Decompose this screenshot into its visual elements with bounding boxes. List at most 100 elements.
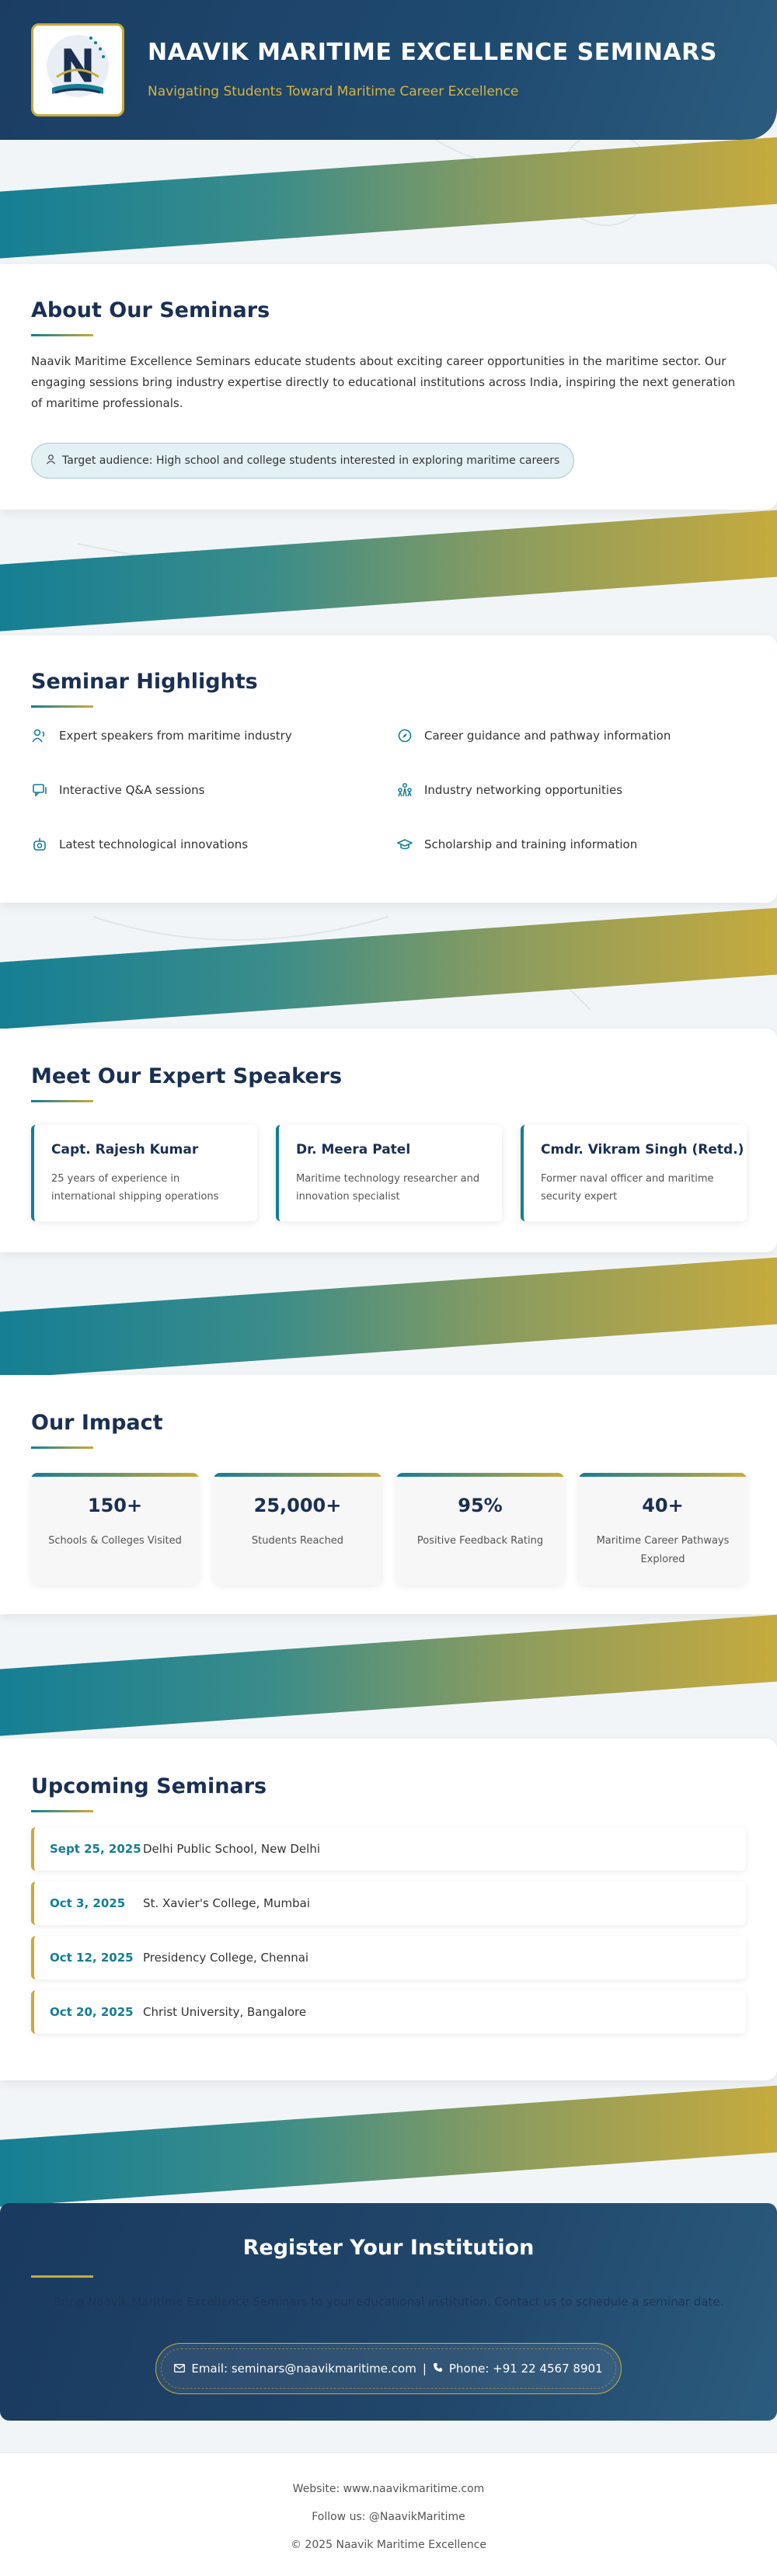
audience-text: Target audience: High school and college… [62, 454, 560, 467]
highlight-label: Interactive Q&A sessions [59, 783, 205, 797]
event-place: St. Xavier's College, Mumbai [143, 1896, 310, 1910]
seminar-event[interactable]: Oct 12, 2025 Presidency College, Chennai [31, 1936, 746, 1979]
decorative-band [0, 907, 777, 1030]
stat-label: Maritime Career Pathways Explored [596, 1535, 730, 1565]
stat-value: 40+ [642, 1495, 684, 1516]
speaker-description: Maritime technology researcher and innov… [296, 1173, 480, 1203]
phone-link[interactable]: Phone: +91 22 4567 8901 [449, 2362, 603, 2376]
event-date: Oct 12, 2025 [50, 1951, 134, 1965]
seminar-event[interactable]: Oct 20, 2025 Christ University, Bangalor… [31, 1990, 746, 2034]
compass-icon [396, 727, 413, 744]
decorative-band [0, 509, 777, 632]
section-title: Meet Our Expert Speakers [31, 1064, 343, 1088]
event-date: Oct 20, 2025 [50, 2005, 134, 2019]
stat-accent-bar [31, 1473, 199, 1477]
impact-section: Our Impact 150+ Schools & Colleges Visit… [0, 1375, 777, 1614]
email-link[interactable]: Email: seminars@naavikmaritime.com [191, 2362, 416, 2376]
site-header: NAAVIK MARITIME EXCELLENCE SEMINARS Navi… [0, 0, 777, 140]
stat-value: 95% [458, 1495, 503, 1516]
audience-badge: Target audience: High school and college… [31, 443, 575, 479]
seminar-event[interactable]: Oct 3, 2025 St. Xavier's College, Mumbai [31, 1882, 746, 1925]
highlight-item: Industry networking opportunities [396, 782, 622, 799]
envelope-icon [174, 2362, 186, 2376]
highlight-item: Expert speakers from maritime industry [31, 727, 292, 744]
highlight-item: Latest technological innovations [31, 836, 248, 853]
site-footer: Website: www.naavikmaritime.com Follow u… [0, 2452, 777, 2576]
contact-separator: | [422, 2362, 427, 2376]
stat-value: 25,000+ [253, 1495, 342, 1516]
graduation-cap-icon [396, 836, 413, 853]
speaker-card: Dr. Meera Patel Maritime technology rese… [276, 1125, 502, 1221]
event-place: Presidency College, Chennai [143, 1951, 309, 1965]
stat-accent-bar [579, 1473, 747, 1477]
speaker-name: Dr. Meera Patel [296, 1142, 411, 1157]
robot-icon [31, 836, 48, 853]
site-title: NAAVIK MARITIME EXCELLENCE SEMINARS [148, 39, 717, 66]
register-section: Register Your Institution Bring Naavik M… [0, 2203, 777, 2421]
event-date: Sept 25, 2025 [50, 1842, 141, 1856]
highlight-item: Career guidance and pathway information [396, 727, 671, 744]
footer-copyright: © 2025 Naavik Maritime Excellence [290, 2539, 487, 2551]
phone-icon [433, 2362, 443, 2376]
stat-accent-bar [396, 1473, 564, 1477]
section-title: Our Impact [31, 1411, 163, 1435]
decorative-band [0, 2084, 777, 2208]
about-section: About Our Seminars Naavik Maritime Excel… [0, 264, 777, 510]
stat-value: 150+ [87, 1495, 143, 1516]
speaker-icon [31, 727, 48, 744]
speaker-card: Capt. Rajesh Kumar 25 years of experienc… [31, 1125, 257, 1221]
speaker-description: Former naval officer and maritime securi… [541, 1173, 714, 1203]
chat-icon [31, 782, 48, 799]
register-text: Bring Naavik Maritime Excellence Seminar… [53, 2295, 724, 2309]
contact-box[interactable]: Email: seminars@naavikmaritime.com | Pho… [155, 2343, 622, 2394]
stat-accent-bar [214, 1473, 382, 1477]
section-title: Upcoming Seminars [31, 1774, 267, 1798]
highlight-label: Expert speakers from maritime industry [59, 729, 292, 743]
register-underline [31, 2275, 93, 2278]
highlights-section: Seminar Highlights Expert speakers from … [0, 635, 777, 903]
register-title: Register Your Institution [242, 2236, 535, 2260]
site-subtitle: Navigating Students Toward Maritime Care… [148, 84, 519, 99]
about-description: Naavik Maritime Excellence Seminars educ… [31, 354, 736, 410]
section-underline [31, 1446, 93, 1449]
logo [31, 23, 124, 117]
event-place: Delhi Public School, New Delhi [143, 1842, 320, 1856]
network-icon [396, 782, 413, 799]
decorative-band [0, 136, 777, 259]
event-date: Oct 3, 2025 [50, 1896, 126, 1910]
section-underline [31, 334, 93, 336]
impact-stat: 150+ Schools & Colleges Visited [31, 1473, 199, 1585]
stat-label: Schools & Colleges Visited [48, 1535, 182, 1547]
decorative-band [0, 1613, 777, 1737]
page: NAAVIK MARITIME EXCELLENCE SEMINARS Navi… [0, 0, 777, 2576]
highlight-item: Scholarship and training information [396, 836, 637, 853]
upcoming-section: Upcoming Seminars Sept 25, 2025 Delhi Pu… [0, 1739, 777, 2080]
impact-stat: 40+ Maritime Career Pathways Explored [579, 1473, 747, 1585]
speaker-name: Capt. Rajesh Kumar [51, 1142, 199, 1157]
impact-stat: 95% Positive Feedback Rating [396, 1473, 564, 1585]
footer-follow[interactable]: Follow us: @NaavikMaritime [0, 2511, 777, 2523]
impact-stat: 25,000+ Students Reached [214, 1473, 382, 1585]
section-underline [31, 705, 93, 708]
decorative-band [0, 1256, 777, 1380]
highlight-label: Latest technological innovations [59, 837, 249, 851]
seminar-event[interactable]: Sept 25, 2025 Delhi Public School, New D… [31, 1827, 746, 1871]
footer-website[interactable]: Website: www.naavikmaritime.com [0, 2483, 777, 2495]
highlight-label: Industry networking opportunities [424, 783, 623, 797]
event-place: Christ University, Bangalore [143, 2005, 307, 2019]
section-title: Seminar Highlights [31, 670, 258, 694]
section-underline [31, 1100, 93, 1102]
speaker-name: Cmdr. Vikram Singh (Retd.) [541, 1142, 744, 1157]
section-title: About Our Seminars [31, 298, 270, 322]
speaker-card: Cmdr. Vikram Singh (Retd.) Former naval … [521, 1125, 747, 1221]
speakers-section: Meet Our Expert Speakers Capt. Rajesh Ku… [0, 1029, 777, 1252]
highlight-label: Career guidance and pathway information [424, 729, 671, 743]
stat-label: Positive Feedback Rating [416, 1535, 544, 1547]
highlight-item: Interactive Q&A sessions [31, 782, 204, 799]
section-underline [31, 1810, 93, 1812]
stat-label: Students Reached [251, 1535, 344, 1547]
speaker-description: 25 years of experience in international … [51, 1173, 219, 1203]
person-icon [46, 454, 56, 468]
ship-and-book-logo-icon [47, 35, 109, 97]
highlight-label: Scholarship and training information [424, 837, 638, 851]
